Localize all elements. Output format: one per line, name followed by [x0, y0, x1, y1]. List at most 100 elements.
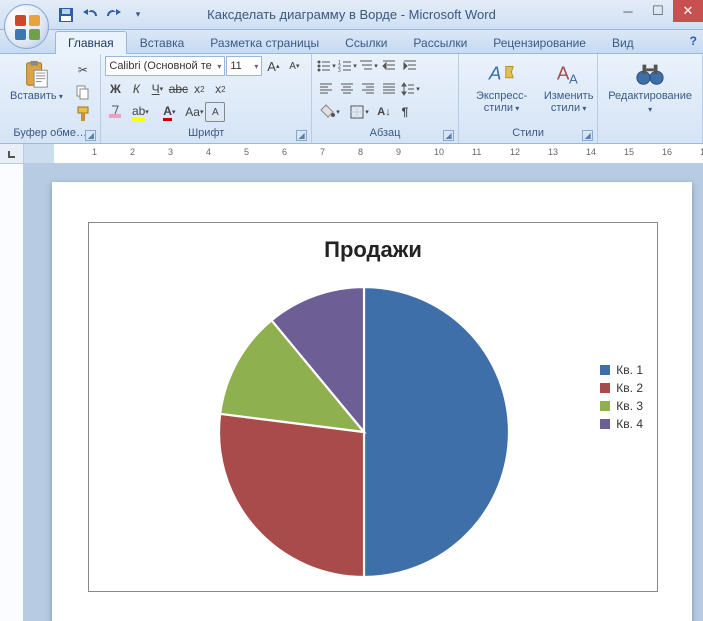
- binoculars-icon: [634, 58, 666, 90]
- legend-label: Кв. 4: [616, 417, 643, 431]
- font-color-button[interactable]: A▾: [155, 102, 183, 122]
- tab-page-layout[interactable]: Разметка страницы: [197, 31, 332, 54]
- qat-customize-button[interactable]: ▾: [127, 4, 149, 26]
- tab-selector[interactable]: [0, 144, 24, 163]
- italic-button[interactable]: К: [126, 79, 146, 99]
- document-area: Продажи Кв. 1 Кв. 2 Кв. 3 Кв. 4: [0, 164, 703, 621]
- quick-styles-button[interactable]: A Экспресс-стили ▾: [463, 56, 540, 117]
- strikethrough-button[interactable]: abc: [168, 79, 188, 99]
- grow-font-button[interactable]: A▴: [263, 56, 283, 76]
- align-right-button[interactable]: [358, 79, 378, 99]
- clipboard-dialog-launcher[interactable]: ◢: [85, 130, 96, 141]
- group-styles: A Экспресс-стили ▾ AA Изменить стили ▾ С…: [459, 54, 598, 143]
- document-page[interactable]: Продажи Кв. 1 Кв. 2 Кв. 3 Кв. 4: [52, 182, 692, 621]
- chart-object[interactable]: Продажи Кв. 1 Кв. 2 Кв. 3 Кв. 4: [88, 222, 658, 592]
- bold-button[interactable]: Ж: [105, 79, 125, 99]
- legend-item: Кв. 4: [600, 417, 643, 431]
- chart-title: Продажи: [89, 237, 657, 263]
- legend-item: Кв. 1: [600, 363, 643, 377]
- change-styles-button[interactable]: AA Изменить стили ▾: [544, 56, 593, 117]
- horizontal-ruler[interactable]: 1234567891011121314151617: [24, 144, 703, 163]
- character-border-button[interactable]: A: [205, 102, 225, 122]
- font-name-combo[interactable]: Calibri (Основной те▾: [105, 56, 225, 76]
- legend-swatch: [600, 365, 610, 375]
- shading-button[interactable]: ▾: [316, 102, 344, 122]
- maximize-button[interactable]: ☐: [643, 0, 673, 22]
- borders-button[interactable]: ▾: [345, 102, 373, 122]
- align-center-button[interactable]: [337, 79, 357, 99]
- tab-review[interactable]: Рецензирование: [480, 31, 599, 54]
- minimize-button[interactable]: ─: [613, 0, 643, 22]
- paragraph-group-label: Абзац: [370, 127, 401, 139]
- justify-button[interactable]: [379, 79, 399, 99]
- save-button[interactable]: [55, 4, 77, 26]
- legend-label: Кв. 1: [616, 363, 643, 377]
- svg-text:A: A: [556, 63, 569, 84]
- close-button[interactable]: ✕: [673, 0, 703, 22]
- tab-mailings[interactable]: Рассылки: [400, 31, 480, 54]
- legend-swatch: [600, 383, 610, 393]
- legend-swatch: [600, 401, 610, 411]
- subscript-button[interactable]: x2: [189, 79, 209, 99]
- legend-item: Кв. 2: [600, 381, 643, 395]
- superscript-button[interactable]: x2: [210, 79, 230, 99]
- paste-button[interactable]: Вставить ▾: [4, 56, 69, 105]
- tab-view[interactable]: Вид: [599, 31, 647, 54]
- tab-references[interactable]: Ссылки: [332, 31, 400, 54]
- numbering-button[interactable]: 123▾: [337, 56, 357, 76]
- decrease-indent-button[interactable]: [379, 56, 399, 76]
- align-left-button[interactable]: [316, 79, 336, 99]
- multilevel-list-button[interactable]: ▾: [358, 56, 378, 76]
- legend-item: Кв. 3: [600, 399, 643, 413]
- group-font: Calibri (Основной те▾ 11▾ A▴ A▾ Ж К Ч▾ a…: [101, 54, 312, 143]
- vertical-ruler[interactable]: [0, 164, 24, 621]
- shrink-font-button[interactable]: A▾: [284, 56, 304, 76]
- bullets-button[interactable]: ▾: [316, 56, 336, 76]
- format-painter-button[interactable]: [73, 104, 93, 124]
- redo-button[interactable]: [103, 4, 125, 26]
- change-styles-icon: AA: [553, 58, 585, 90]
- group-editing: Редактирование ▾: [598, 54, 703, 143]
- highlight-color-button[interactable]: ab▾: [126, 102, 154, 122]
- font-size-combo[interactable]: 11▾: [226, 56, 262, 76]
- copy-button[interactable]: [73, 82, 93, 102]
- undo-button[interactable]: [79, 4, 101, 26]
- styles-group-label: Стили: [512, 127, 544, 139]
- paragraph-dialog-launcher[interactable]: ◢: [443, 130, 454, 141]
- legend-label: Кв. 2: [616, 381, 643, 395]
- ribbon-tabs: Главная Вставка Разметка страницы Ссылки…: [0, 30, 703, 54]
- pie-slice: [364, 287, 509, 577]
- group-paragraph: ▾ 123▾ ▾ ▾ ▾ ▾ А↓ ¶ Абзац ◢: [312, 54, 459, 143]
- pie-slice: [219, 414, 364, 577]
- help-icon[interactable]: ?: [690, 34, 697, 48]
- increase-indent-button[interactable]: [400, 56, 420, 76]
- office-button[interactable]: [4, 4, 49, 49]
- sort-button[interactable]: А↓: [374, 102, 394, 122]
- clipboard-label: Буфер обме…: [13, 127, 87, 139]
- legend-swatch: [600, 419, 610, 429]
- clear-formatting-button[interactable]: [105, 102, 125, 122]
- pie-chart: [219, 287, 509, 577]
- paste-label: Вставить: [10, 90, 57, 102]
- quick-access-toolbar: ▾: [55, 4, 149, 26]
- line-spacing-button[interactable]: ▾: [400, 79, 420, 99]
- styles-dialog-launcher[interactable]: ◢: [582, 130, 593, 141]
- find-button[interactable]: Редактирование ▾: [602, 56, 698, 118]
- underline-button[interactable]: Ч▾: [147, 79, 167, 99]
- group-clipboard: Вставить ▾ ✂ Буфер обме…◢: [0, 54, 101, 143]
- chart-legend: Кв. 1 Кв. 2 Кв. 3 Кв. 4: [600, 359, 643, 435]
- svg-text:A: A: [487, 63, 501, 84]
- font-group-label: Шрифт: [188, 127, 224, 139]
- show-marks-button[interactable]: ¶: [395, 102, 415, 122]
- svg-text:3: 3: [338, 68, 341, 74]
- tab-home[interactable]: Главная: [55, 31, 127, 54]
- legend-label: Кв. 3: [616, 399, 643, 413]
- quick-styles-icon: A: [486, 58, 518, 90]
- svg-text:A: A: [569, 71, 578, 86]
- change-case-button[interactable]: Aa▾: [184, 102, 204, 122]
- ruler-bar: 1234567891011121314151617: [0, 144, 703, 164]
- ribbon: Вставить ▾ ✂ Буфер обме…◢ Calibri (Основ…: [0, 54, 703, 144]
- font-dialog-launcher[interactable]: ◢: [296, 130, 307, 141]
- tab-insert[interactable]: Вставка: [127, 31, 198, 54]
- cut-button[interactable]: ✂: [73, 60, 93, 80]
